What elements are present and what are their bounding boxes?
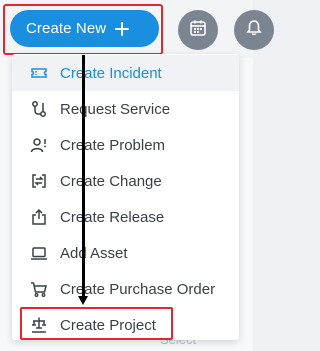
change-icon [30, 172, 48, 190]
release-icon [30, 208, 48, 226]
service-request-icon [30, 100, 48, 118]
menu-item-create-purchase-order[interactable]: Create Purchase Order [12, 271, 239, 307]
calendar-icon [189, 19, 207, 42]
create-new-dropdown-menu: Create Incident Request Service Create P… [12, 54, 239, 340]
menu-item-add-asset[interactable]: Add Asset [12, 235, 239, 271]
menu-item-request-service[interactable]: Request Service [12, 91, 239, 127]
menu-item-label: Create Release [60, 208, 165, 226]
ticket-icon [30, 64, 48, 82]
menu-item-label: Create Change [60, 172, 162, 190]
plus-icon [115, 21, 130, 36]
cart-icon [30, 280, 48, 298]
problem-icon [30, 136, 48, 154]
create-new-button[interactable]: Create New [10, 10, 159, 47]
notifications-button[interactable] [234, 10, 274, 50]
menu-item-label: Add Asset [60, 244, 128, 262]
menu-item-label: Create Incident [60, 64, 162, 82]
arrow-head-icon [78, 296, 88, 305]
bell-icon [245, 19, 263, 42]
menu-item-create-incident[interactable]: Create Incident [12, 55, 239, 91]
create-project-highlight [20, 307, 173, 340]
arrow-line [82, 55, 85, 299]
calendar-button[interactable] [178, 10, 218, 50]
menu-item-create-change[interactable]: Create Change [12, 163, 239, 199]
menu-item-label: Request Service [60, 100, 171, 118]
create-new-label: Create New [26, 20, 107, 37]
menu-item-create-problem[interactable]: Create Problem [12, 127, 239, 163]
menu-item-create-release[interactable]: Create Release [12, 199, 239, 235]
menu-item-label: Create Problem [60, 136, 166, 154]
laptop-icon [30, 244, 48, 262]
